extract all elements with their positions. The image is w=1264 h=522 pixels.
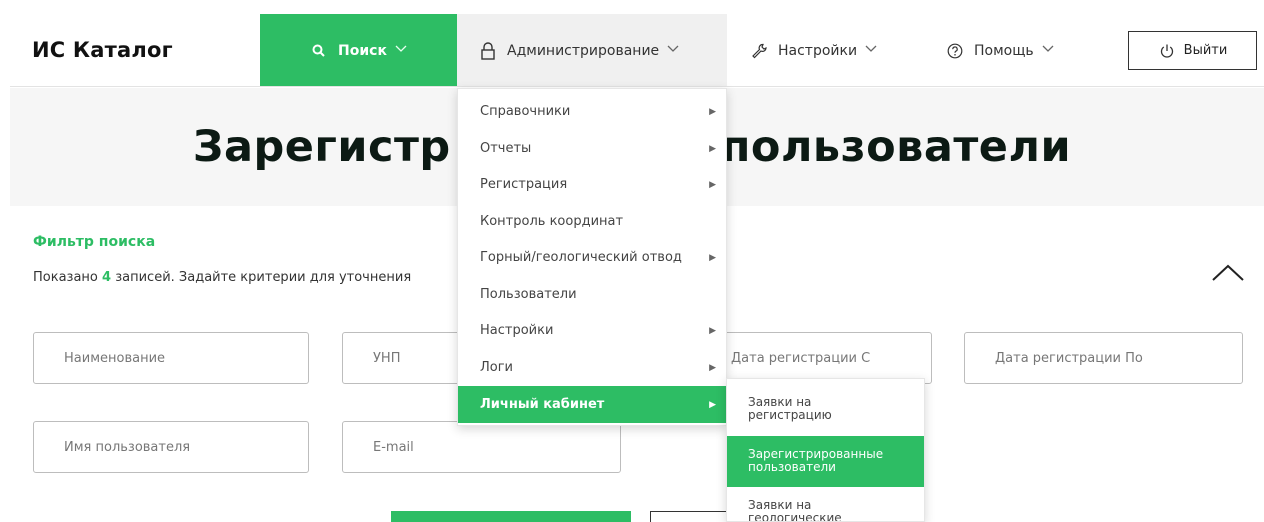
submenu-item-geological-requests[interactable]: Заявки на геологические <box>727 487 924 522</box>
chevron-down-icon <box>395 45 407 56</box>
help-circle-icon <box>946 42 964 60</box>
date-to-input[interactable] <box>965 333 1242 383</box>
filter-info-suffix: записей. Задайте критерии для уточнения <box>115 270 412 285</box>
email-input[interactable] <box>343 422 620 472</box>
submenu-item-label: Заявки на геологические <box>748 498 842 522</box>
menu-item-coordinates[interactable]: Контроль координат <box>458 203 726 240</box>
app-logo[interactable]: ИС Каталог <box>32 38 173 62</box>
menu-item-label: Логи <box>480 360 514 375</box>
chevron-right-icon: ▶ <box>709 252 716 263</box>
name-field[interactable] <box>33 332 309 384</box>
submenu-item-registered-users[interactable]: Зарегистрированные пользователи <box>727 436 924 487</box>
nav-help-label: Помощь <box>974 42 1034 59</box>
date-to-field[interactable] <box>964 332 1243 384</box>
filter-info-prefix: Показано <box>33 270 98 285</box>
filter-title: Фильтр поиска <box>33 234 156 250</box>
chevron-right-icon: ▶ <box>709 143 716 154</box>
nav-settings[interactable]: Настройки <box>750 14 877 87</box>
menu-item-label: Пользователи <box>480 287 577 302</box>
menu-item-settings[interactable]: Настройки ▶ <box>458 312 726 349</box>
chevron-right-icon: ▶ <box>709 179 716 190</box>
chevron-up-icon <box>1212 264 1244 281</box>
chevron-right-icon: ▶ <box>709 325 716 336</box>
menu-item-label: Справочники <box>480 104 571 119</box>
menu-item-mining-allotment[interactable]: Горный/геологический отвод ▶ <box>458 239 726 276</box>
submenu-item-label: Заявки на регистрацию <box>748 395 832 422</box>
header-divider <box>10 86 1264 87</box>
administration-menu: Справочники ▶ Отчеты ▶ Регистрация ▶ Кон… <box>457 88 727 426</box>
menu-item-label: Регистрация <box>480 177 568 192</box>
submenu-item-registration-requests[interactable]: Заявки на регистрацию <box>727 379 924 436</box>
menu-item-label: Контроль координат <box>480 214 624 229</box>
date-from-field[interactable] <box>700 332 932 384</box>
menu-item-reports[interactable]: Отчеты ▶ <box>458 130 726 167</box>
menu-item-personal-cabinet[interactable]: Личный кабинет ▶ <box>458 386 726 423</box>
personal-cabinet-submenu: Заявки на регистрацию Зарегистрированные… <box>726 378 925 522</box>
chevron-down-icon <box>667 45 679 56</box>
menu-item-references[interactable]: Справочники ▶ <box>458 93 726 130</box>
nav-administration-label: Администрирование <box>507 42 660 59</box>
name-input[interactable] <box>34 333 308 383</box>
chevron-right-icon: ▶ <box>709 362 716 373</box>
chevron-right-icon: ▶ <box>709 399 716 410</box>
nav-search-label: Поиск <box>338 42 387 59</box>
nav-help[interactable]: Помощь <box>946 14 1054 87</box>
menu-item-label: Личный кабинет <box>480 397 605 412</box>
username-input[interactable] <box>34 422 308 472</box>
menu-item-label: Горный/геологический отвод <box>480 250 682 265</box>
chevron-down-icon <box>865 45 877 56</box>
chevron-down-icon <box>1042 45 1054 56</box>
apply-filter-button[interactable] <box>391 511 631 522</box>
logout-label: Выйти <box>1183 43 1228 58</box>
nav-search[interactable]: Поиск <box>260 14 457 87</box>
date-from-input[interactable] <box>701 333 931 383</box>
email-field[interactable] <box>342 421 621 473</box>
search-icon <box>310 42 328 60</box>
chevron-right-icon: ▶ <box>709 106 716 117</box>
menu-item-label: Настройки <box>480 323 554 338</box>
power-icon <box>1158 42 1176 60</box>
menu-item-users[interactable]: Пользователи <box>458 276 726 313</box>
filter-count: 4 <box>102 270 112 285</box>
nav-settings-label: Настройки <box>778 42 858 59</box>
collapse-filter-button[interactable] <box>1210 258 1246 286</box>
logout-button[interactable]: Выйти <box>1128 31 1257 70</box>
menu-item-logs[interactable]: Логи ▶ <box>458 349 726 386</box>
page-title-left: Зарегистр <box>192 122 451 172</box>
username-field[interactable] <box>33 421 309 473</box>
top-header: ИС Каталог Поиск Администрирование Настр… <box>0 0 1264 88</box>
menu-item-label: Отчеты <box>480 141 532 156</box>
nav-administration[interactable]: Администрирование <box>457 14 727 87</box>
menu-item-registration[interactable]: Регистрация ▶ <box>458 166 726 203</box>
submenu-item-label: Зарегистрированные пользователи <box>748 447 884 474</box>
lock-icon <box>479 41 497 60</box>
page-title-right: пользователи <box>720 122 1072 172</box>
wrench-icon <box>750 42 768 60</box>
filter-info: Показано 4 записей. Задайте критерии для… <box>33 270 411 285</box>
